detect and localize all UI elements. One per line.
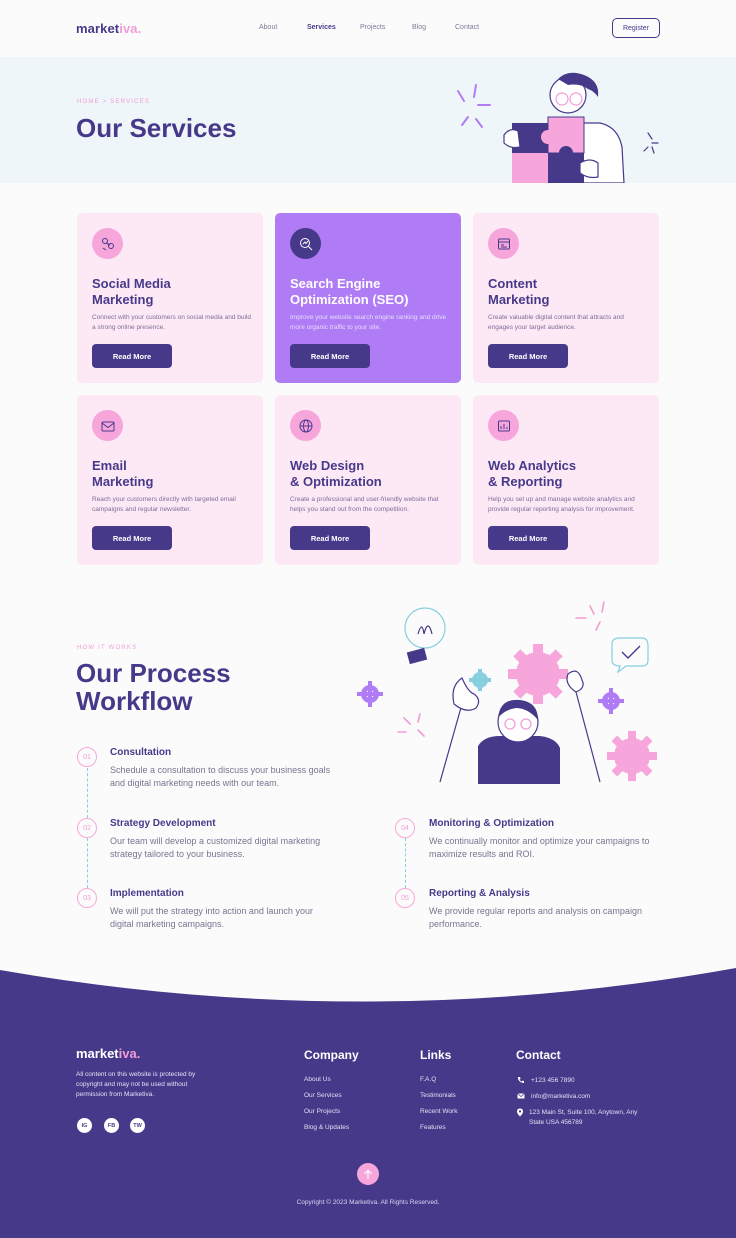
phone-icon bbox=[516, 1076, 526, 1086]
service-card-social-media: Social Media Marketing Connect with your… bbox=[77, 213, 263, 383]
service-desc: Help you set up and manage website analy… bbox=[488, 496, 635, 513]
footer-wave bbox=[0, 968, 736, 1012]
service-card-email: Email Marketing Reach your customers dir… bbox=[77, 395, 263, 565]
footer-links-title: Links bbox=[420, 1048, 452, 1062]
step-number: 01 bbox=[77, 747, 97, 767]
service-card-web-design: Web Design & Optimization Create a profe… bbox=[275, 395, 461, 565]
gears-person-illustration bbox=[357, 601, 657, 784]
instagram-icon[interactable]: IG bbox=[77, 1118, 92, 1133]
step-number: 03 bbox=[77, 888, 97, 908]
service-card-analytics: Web Analytics & Reporting Help you set u… bbox=[473, 395, 659, 565]
mail-icon bbox=[516, 1092, 526, 1102]
contact-address: 123 Main St, Suite 100, Anytown, Any Sta… bbox=[516, 1108, 641, 1128]
contact-phone: +123 456 7890 bbox=[516, 1076, 575, 1086]
service-title: Web Design & Optimization bbox=[290, 458, 382, 489]
footer-link-features[interactable]: Features bbox=[420, 1124, 446, 1131]
step-desc: We continually monitor and optimize your… bbox=[429, 836, 650, 859]
nav-projects[interactable]: Projects bbox=[360, 24, 385, 31]
service-desc: Reach your customers directly with targe… bbox=[92, 496, 236, 513]
footer-company-title: Company bbox=[304, 1048, 359, 1062]
step-title: Consultation bbox=[110, 747, 172, 758]
step-title: Reporting & Analysis bbox=[429, 888, 530, 899]
step-number: 04 bbox=[395, 818, 415, 838]
service-desc: Create a professional and user-friendly … bbox=[290, 496, 439, 513]
analytics-icon bbox=[488, 410, 519, 441]
process-eyebrow: HOW IT WORKS bbox=[77, 645, 138, 651]
read-more-button[interactable]: Read More bbox=[92, 344, 172, 368]
step-desc: We provide regular reports and analysis … bbox=[429, 906, 642, 929]
read-more-button[interactable]: Read More bbox=[290, 344, 370, 368]
social-media-icon bbox=[92, 228, 123, 259]
service-desc: Connect with your customers on social me… bbox=[92, 314, 251, 331]
footer-contact-title: Contact bbox=[516, 1048, 561, 1062]
service-title: Content Marketing bbox=[488, 276, 550, 307]
step-connector bbox=[405, 838, 406, 888]
service-card-seo: Search Engine Optimization (SEO) Improve… bbox=[275, 213, 461, 383]
step-number: 05 bbox=[395, 888, 415, 908]
step-title: Implementation bbox=[110, 888, 184, 899]
back-to-top-button[interactable] bbox=[357, 1163, 379, 1185]
step-number: 02 bbox=[77, 818, 97, 838]
read-more-button[interactable]: Read More bbox=[290, 526, 370, 550]
footer-link-about[interactable]: About Us bbox=[304, 1076, 331, 1083]
service-desc: Improve your website search engine ranki… bbox=[290, 314, 447, 331]
read-more-button[interactable]: Read More bbox=[92, 526, 172, 550]
footer-link-faq[interactable]: F.A.Q bbox=[420, 1076, 436, 1083]
service-desc: Create valuable digital content that att… bbox=[488, 314, 624, 331]
footer-link-projects[interactable]: Our Projects bbox=[304, 1108, 340, 1115]
step-desc: We will put the strategy into action and… bbox=[110, 906, 313, 929]
copyright: Copyright © 2023 Marketiva. All Rights R… bbox=[296, 1199, 440, 1206]
location-pin-icon bbox=[516, 1108, 524, 1128]
page-title: Our Services bbox=[76, 113, 237, 143]
service-card-content: Content Marketing Create valuable digita… bbox=[473, 213, 659, 383]
step-title: Monitoring & Optimization bbox=[429, 818, 554, 829]
step-title: Strategy Development bbox=[110, 818, 216, 829]
logo[interactable]: marketiva. bbox=[76, 21, 141, 36]
puzzle-person-illustration bbox=[457, 72, 659, 183]
twitter-icon[interactable]: TW bbox=[130, 1118, 145, 1133]
seo-icon bbox=[290, 228, 321, 259]
service-title: Social Media Marketing bbox=[92, 276, 171, 307]
footer-desc: All content on this website is protected… bbox=[76, 1071, 196, 1098]
globe-icon bbox=[290, 410, 321, 441]
site-footer: marketiva. All content on this website i… bbox=[0, 1010, 736, 1238]
footer-logo[interactable]: marketiva. bbox=[76, 1046, 140, 1061]
email-icon bbox=[92, 410, 123, 441]
service-title: Email Marketing bbox=[92, 458, 154, 489]
service-title: Search Engine Optimization (SEO) bbox=[290, 276, 409, 307]
footer-link-services[interactable]: Our Services bbox=[304, 1092, 342, 1099]
read-more-button[interactable]: Read More bbox=[488, 526, 568, 550]
process-title: Our Process Workflow bbox=[76, 658, 231, 716]
step-desc: Our team will develop a customized digit… bbox=[110, 836, 321, 859]
step-connector bbox=[87, 768, 88, 818]
site-header: marketiva. About Services Projects Blog … bbox=[0, 0, 736, 57]
nav-services[interactable]: Services bbox=[307, 24, 336, 31]
step-connector bbox=[87, 838, 88, 888]
register-button[interactable]: Register bbox=[612, 18, 660, 38]
nav-about[interactable]: About bbox=[259, 24, 277, 31]
nav-blog[interactable]: Blog bbox=[412, 24, 426, 31]
breadcrumb: HOME > SERVICES bbox=[77, 99, 151, 105]
contact-email: info@marketiva.com bbox=[516, 1092, 590, 1102]
hero-banner: HOME > SERVICES Our Services bbox=[0, 57, 736, 183]
content-icon bbox=[488, 228, 519, 259]
step-desc: Schedule a consultation to discuss your … bbox=[110, 765, 331, 788]
facebook-icon[interactable]: FB bbox=[104, 1118, 119, 1133]
footer-link-recent-work[interactable]: Recent Work bbox=[420, 1108, 457, 1115]
read-more-button[interactable]: Read More bbox=[488, 344, 568, 368]
service-title: Web Analytics & Reporting bbox=[488, 458, 577, 489]
nav-contact[interactable]: Contact bbox=[455, 24, 479, 31]
footer-link-blog[interactable]: Blog & Updates bbox=[304, 1124, 349, 1131]
arrow-up-icon bbox=[364, 1169, 372, 1179]
footer-link-testimonials[interactable]: Testimonials bbox=[420, 1092, 456, 1099]
